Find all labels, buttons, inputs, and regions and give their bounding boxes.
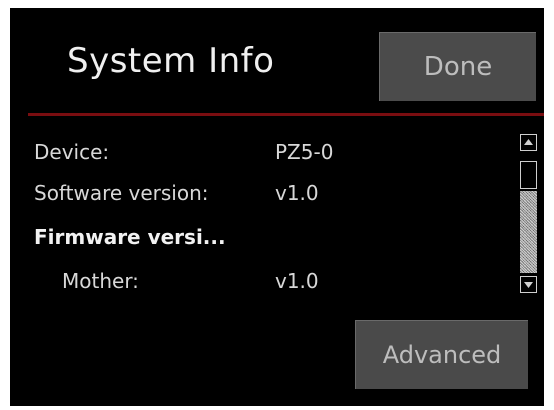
advanced-button[interactable]: Advanced	[355, 320, 528, 389]
system-info-screen: System Info Done Device: PZ5-0 Software …	[10, 8, 544, 406]
done-button[interactable]: Done	[379, 32, 536, 101]
device-value: PZ5-0	[275, 140, 334, 164]
scrollbar-track[interactable]	[520, 191, 537, 273]
info-scrollbar[interactable]	[520, 134, 537, 293]
software-version-value: v1.0	[275, 181, 319, 205]
software-version-label: Software version:	[34, 181, 209, 205]
header-divider	[28, 113, 544, 116]
mother-label: Mother:	[62, 269, 139, 293]
up-arrow-icon[interactable]	[520, 134, 537, 151]
page-title: System Info	[67, 41, 275, 81]
device-label: Device:	[34, 140, 110, 164]
down-arrow-icon[interactable]	[520, 276, 537, 293]
scrollbar-thumb[interactable]	[520, 161, 537, 189]
mother-value: v1.0	[275, 269, 319, 293]
firmware-section-heading: Firmware versi...	[34, 225, 226, 249]
